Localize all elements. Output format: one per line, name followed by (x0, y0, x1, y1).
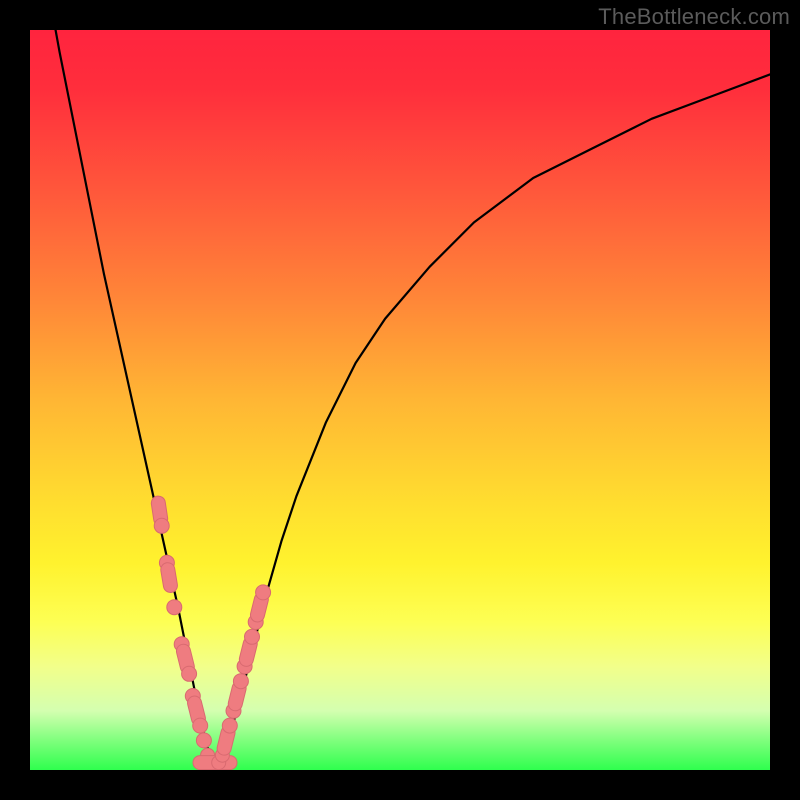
marker-dots (150, 495, 270, 769)
marker-dot (167, 600, 182, 615)
marker-dot (233, 674, 248, 689)
marker-dot (245, 629, 260, 644)
marker-dot (193, 718, 208, 733)
chart-svg (30, 30, 770, 770)
marker-dot (182, 666, 197, 681)
marker-dot (256, 585, 271, 600)
marker-dot (196, 733, 211, 748)
marker-dot (222, 718, 237, 733)
watermark-text: TheBottleneck.com (598, 4, 790, 30)
chart-stage: TheBottleneck.com (0, 0, 800, 800)
marker-pill (160, 562, 179, 594)
bottleneck-curve (30, 30, 770, 763)
marker-dot (154, 518, 169, 533)
plot-area (30, 30, 770, 770)
